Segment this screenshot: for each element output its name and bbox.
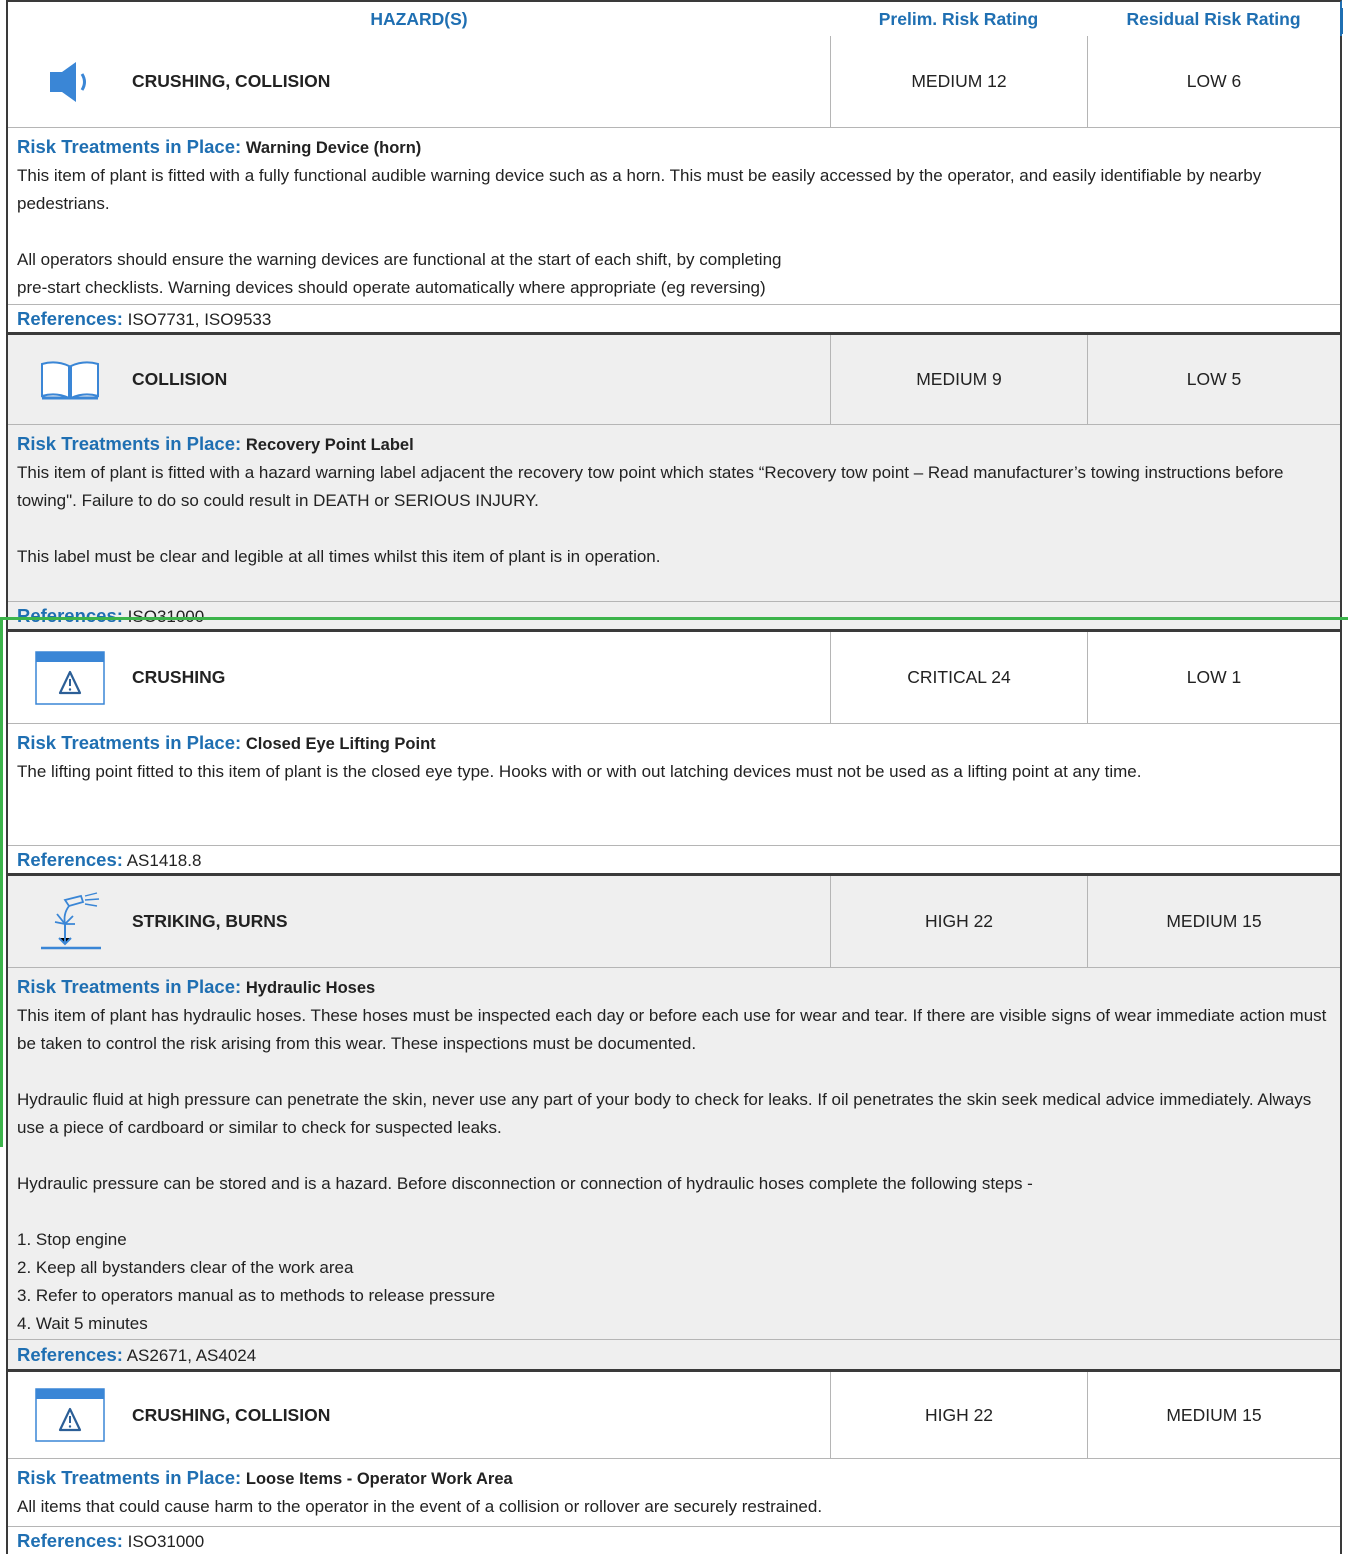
references-value: ISO7731, ISO9533 — [127, 310, 272, 329]
header-edge-marker — [1341, 8, 1343, 34]
treatment-paragraph: 1. Stop engine — [17, 1230, 127, 1249]
hazard-blocks: CRUSHING, COLLISION MEDIUM 12 LOW 6 Risk Tr… — [6, 36, 1342, 1554]
references-value: AS2671, AS4024 — [126, 1346, 257, 1365]
residual-risk-rating: LOW 1 — [1087, 632, 1340, 723]
hydraulic-spray-icon — [8, 891, 132, 952]
hazard-row: COLLISION MEDIUM 9 LOW 5 — [8, 335, 1340, 425]
risk-treatment-section: Risk Treatments in Place: Hydraulic Hose… — [8, 968, 1340, 1340]
warning-sign-icon — [8, 1388, 132, 1442]
references-row: References: ISO31000 — [8, 1527, 1340, 1554]
references-label: References: — [17, 605, 123, 626]
treatment-paragraph: All items that could cause harm to the o… — [17, 1497, 823, 1516]
references-label: References: — [17, 308, 123, 329]
prelim-risk-rating: HIGH 22 — [830, 1372, 1087, 1458]
treatment-paragraph: The lifting point fitted to this item of… — [17, 762, 1142, 781]
hazard-block: COLLISION MEDIUM 9 LOW 5 Risk Treatments in… — [6, 335, 1342, 632]
residual-risk-rating: LOW 5 — [1087, 335, 1340, 424]
risk-treatment-section: Risk Treatments in Place: Warning Device… — [8, 128, 1340, 305]
hazard-block: STRIKING, BURNS HIGH 22 MEDIUM 15 Risk Trea… — [6, 876, 1342, 1372]
prelim-risk-rating: MEDIUM 9 — [830, 335, 1087, 424]
hazard-name: CRUSHING, COLLISION — [132, 71, 331, 91]
risk-treatment-section: Risk Treatments in Place: Recovery Point… — [8, 425, 1340, 602]
references-label: References: — [17, 1530, 123, 1551]
treatment-name: Recovery Point Label — [245, 436, 414, 454]
hazard-block: CRUSHING CRITICAL 24 LOW 1 Risk Treatments … — [6, 632, 1342, 876]
references-value: AS1418.8 — [126, 851, 202, 870]
selection-outline-left — [0, 617, 3, 1147]
treatment-name: Closed Eye Lifting Point — [245, 735, 436, 753]
residual-rating-column-header: Residual Risk Rating — [1126, 8, 1301, 29]
speaker-icon — [8, 60, 132, 104]
treatment-heading: Risk Treatments in Place: Warning Device… — [17, 133, 1331, 162]
selection-outline-top — [0, 617, 1348, 620]
treatment-paragraph: 4. Wait 5 minutes — [17, 1314, 148, 1333]
hazard-name: CRUSHING — [132, 667, 226, 687]
references-label: References: — [17, 849, 123, 870]
treatment-paragraph: This item of plant is fitted with a haza… — [17, 463, 1284, 510]
treatment-paragraph: pre-start checklists. Warning devices sh… — [17, 278, 766, 297]
treatment-name: Hydraulic Hoses — [245, 979, 376, 997]
hazard-row: STRIKING, BURNS HIGH 22 MEDIUM 15 — [8, 876, 1340, 968]
residual-risk-rating: MEDIUM 15 — [1087, 876, 1340, 967]
prelim-rating-column-header: Prelim. Risk Rating — [878, 8, 1039, 29]
treatment-paragraph: Hydraulic pressure can be stored and is … — [17, 1174, 1033, 1193]
treatment-paragraph: Hydraulic fluid at high pressure can pen… — [17, 1090, 1312, 1137]
treatment-heading: Risk Treatments in Place: Loose Items - … — [17, 1464, 1331, 1493]
treatment-paragraph: This label must be clear and legible at … — [17, 547, 661, 566]
references-row: References: AS1418.8 — [8, 846, 1340, 873]
hazard-name: STRIKING, BURNS — [132, 911, 288, 931]
treatment-paragraph: This item of plant is fitted with a full… — [17, 166, 1262, 213]
treatments-label: Risk Treatments in Place: — [17, 1467, 242, 1488]
references-value: ISO31000 — [127, 1532, 205, 1551]
hazard-cell: CRUSHING, COLLISION — [8, 36, 830, 127]
treatment-paragraph: All operators should ensure the warning … — [17, 250, 782, 269]
risk-treatment-section: Risk Treatments in Place: Loose Items - … — [8, 1459, 1340, 1527]
hazard-cell: CRUSHING — [8, 632, 830, 723]
treatment-heading: Risk Treatments in Place: Recovery Point… — [17, 430, 1331, 459]
treatments-label: Risk Treatments in Place: — [17, 136, 242, 157]
treatments-label: Risk Treatments in Place: — [17, 732, 242, 753]
references-row: References: AS2671, AS4024 — [8, 1340, 1340, 1369]
prelim-risk-rating: CRITICAL 24 — [830, 632, 1087, 723]
treatment-paragraph: 2. Keep all bystanders clear of the work… — [17, 1258, 354, 1277]
treatment-paragraph: 3. Refer to operators manual as to metho… — [17, 1286, 496, 1305]
treatments-label: Risk Treatments in Place: — [17, 976, 242, 997]
prelim-risk-rating: HIGH 22 — [830, 876, 1087, 967]
hazard-cell: CRUSHING, COLLISION — [8, 1372, 830, 1458]
book-icon — [8, 358, 132, 402]
hazard-row: CRUSHING, COLLISION HIGH 22 MEDIUM 15 — [8, 1372, 1340, 1459]
treatment-name: Warning Device (horn) — [245, 139, 422, 157]
hazard-name: COLLISION — [132, 369, 228, 389]
references-row: References: ISO7731, ISO9533 — [8, 305, 1340, 332]
hazard-block: CRUSHING, COLLISION HIGH 22 MEDIUM 15 Risk … — [6, 1372, 1342, 1554]
references-row: References: ISO31000 — [8, 602, 1340, 629]
treatment-heading: Risk Treatments in Place: Closed Eye Lif… — [17, 729, 1331, 758]
references-label: References: — [17, 1344, 123, 1365]
hazard-row: CRUSHING, COLLISION MEDIUM 12 LOW 6 — [8, 36, 1340, 128]
treatment-heading: Risk Treatments in Place: Hydraulic Hose… — [17, 973, 1331, 1002]
warning-sign-icon — [8, 650, 132, 705]
table-header: HAZARD(S) Prelim. Risk Rating Residual R… — [6, 0, 1342, 36]
residual-risk-rating: MEDIUM 15 — [1087, 1372, 1340, 1458]
treatment-paragraph: This item of plant has hydraulic hoses. … — [17, 1006, 1327, 1053]
hazard-cell: COLLISION — [8, 335, 830, 424]
treatments-label: Risk Treatments in Place: — [17, 433, 242, 454]
hazard-row: CRUSHING CRITICAL 24 LOW 1 — [8, 632, 1340, 724]
hazard-name: CRUSHING, COLLISION — [132, 1404, 331, 1425]
risk-treatment-section: Risk Treatments in Place: Closed Eye Lif… — [8, 724, 1340, 846]
hazards-column-header: HAZARD(S) — [370, 8, 468, 29]
hazard-cell: STRIKING, BURNS — [8, 876, 830, 967]
risk-assessment-table: HAZARD(S) Prelim. Risk Rating Residual R… — [6, 0, 1342, 1554]
prelim-risk-rating: MEDIUM 12 — [830, 36, 1087, 127]
treatment-name: Loose Items - Operator Work Area — [245, 1470, 513, 1488]
hazard-block: CRUSHING, COLLISION MEDIUM 12 LOW 6 Risk Tr… — [6, 36, 1342, 335]
residual-risk-rating: LOW 6 — [1087, 36, 1340, 127]
